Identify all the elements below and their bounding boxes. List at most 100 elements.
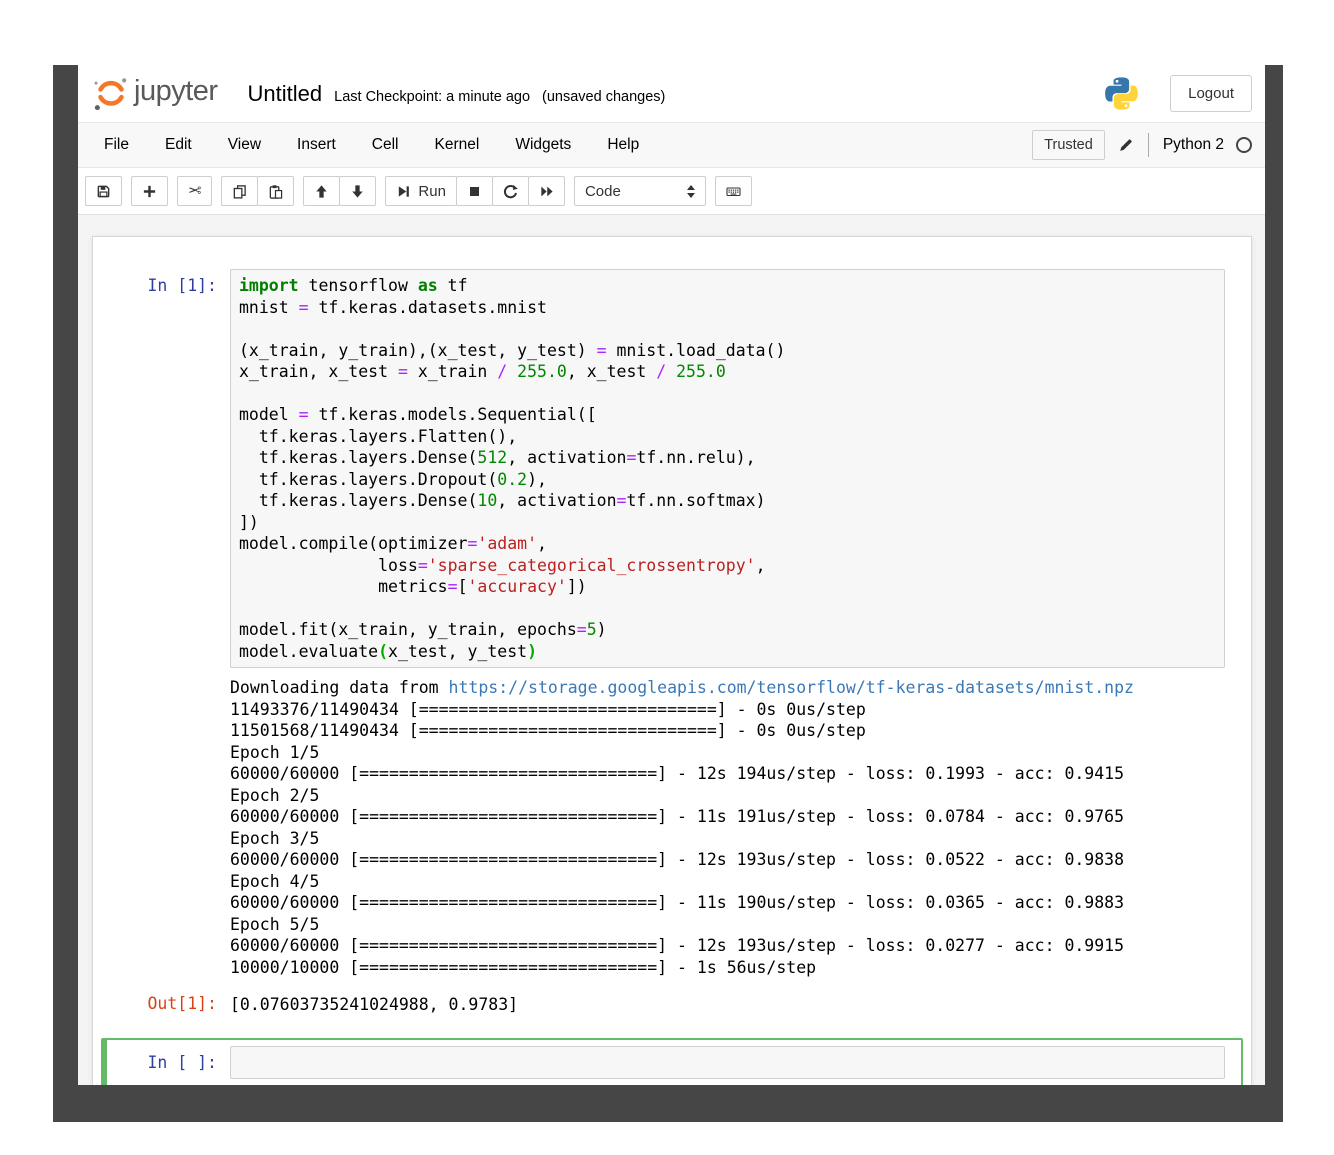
cell-input-row: In [1]: import tensorflow as tf mnist = t… (107, 269, 1225, 668)
move-cell-up-button[interactable] (303, 176, 341, 206)
output-line: Epoch 4/5 (230, 871, 320, 891)
menu-item-file[interactable]: File (91, 127, 142, 163)
window-frame: jupyter Untitled Last Checkpoint: a minu… (53, 65, 1283, 1122)
output-line: Epoch 3/5 (230, 828, 320, 848)
insert-cell-below-button[interactable] (131, 176, 168, 206)
kernel-divider (1147, 133, 1149, 157)
stream-output-text: Downloading data from https://storage.go… (230, 677, 1225, 978)
python-logo-icon (1103, 75, 1140, 112)
pencil-icon[interactable] (1117, 137, 1134, 154)
cut-cell-button[interactable]: ✂ (177, 176, 213, 206)
paste-cell-button[interactable] (257, 176, 295, 206)
menu-item-insert[interactable]: Insert (284, 127, 349, 163)
output-prompt-spacer (107, 677, 230, 978)
move-cell-down-button[interactable] (339, 176, 377, 206)
stream-output-row: Downloading data from https://storage.go… (107, 677, 1225, 978)
menu-item-kernel[interactable]: Kernel (422, 127, 493, 163)
save-icon (97, 185, 110, 197)
cell-input-row: In [ ]: (107, 1045, 1225, 1079)
output-line: Epoch 2/5 (230, 785, 320, 805)
code-line: mnist = tf.keras.datasets.mnist (239, 297, 547, 317)
menu-item-edit[interactable]: Edit (152, 127, 205, 163)
output-line: 60000/60000 [===========================… (230, 936, 1125, 955)
trusted-badge[interactable]: Trusted (1032, 130, 1105, 160)
notebook-container: In [1]: import tensorflow as tf mnist = t… (92, 236, 1252, 1085)
toolbar: ✂ Run Code (78, 168, 1265, 215)
code-line: (x_train, y_train),(x_test, y_test) = mn… (239, 340, 786, 360)
menu-items: File Edit View Insert Cell Kernel Widgets Help (91, 127, 652, 163)
code-line: model.compile(optimizer='adam', (239, 534, 547, 553)
output-line: 60000/60000 [===========================… (230, 850, 1125, 869)
code-line: tf.keras.layers.Dense(512, activation=tf… (239, 448, 756, 467)
notebook-window: jupyter Untitled Last Checkpoint: a minu… (78, 65, 1265, 1085)
checkpoint-status: Last Checkpoint: a minute ago (334, 88, 531, 105)
result-output-text: [0.07603735241024988, 0.9783] (230, 995, 519, 1014)
code-line: tf.keras.layers.Dense(10, activation=tf.… (239, 491, 766, 510)
menubar-right: Trusted Python 2 (1032, 130, 1252, 160)
cell-type-value: Code (584, 182, 621, 200)
interrupt-kernel-button[interactable] (455, 176, 493, 206)
empty-code-editor[interactable] (230, 1045, 1225, 1079)
fast-forward-icon (541, 186, 553, 196)
menu-item-widgets[interactable]: Widgets (502, 127, 584, 163)
output-prompt: Out[1]: (147, 994, 217, 1013)
code-line: model.evaluate(x_test, y_test) (239, 641, 538, 661)
output-line: Epoch 5/5 (230, 914, 320, 934)
code-line: tf.keras.layers.Flatten(), (239, 426, 518, 446)
notebook-header: jupyter Untitled Last Checkpoint: a minu… (78, 65, 1265, 122)
menu-item-help[interactable]: Help (594, 127, 652, 163)
title-area: Untitled Last Checkpoint: a minute ago (… (248, 81, 666, 107)
select-carets-icon (686, 184, 695, 198)
code-line: model = tf.keras.models.Sequential([ (239, 405, 597, 424)
copy-icon (234, 184, 247, 199)
kernel-idle-icon (1236, 137, 1252, 153)
notebook-title[interactable]: Untitled (248, 81, 323, 107)
logout-button[interactable]: Logout (1170, 75, 1252, 112)
plus-icon (143, 185, 156, 197)
stop-icon (469, 186, 479, 196)
output-line: 60000/60000 [===========================… (230, 764, 1125, 783)
save-button[interactable] (85, 176, 122, 206)
paste-icon (270, 184, 283, 199)
kernel-name: Python 2 (1162, 136, 1224, 153)
output-line: Downloading data from https://storage.go… (230, 678, 1134, 697)
fast-forward-button[interactable] (527, 176, 565, 206)
copy-cell-button[interactable] (221, 176, 259, 206)
restart-kernel-button[interactable] (491, 176, 529, 206)
output-line: 60000/60000 [===========================… (230, 807, 1125, 826)
command-palette-button[interactable] (714, 176, 752, 206)
code-line: x_train, x_test = x_train / 255.0, x_tes… (239, 362, 726, 381)
result-output-row: Out[1]: [0.07603735241024988, 0.9783] (107, 992, 1225, 1016)
scissors-icon: ✂ (188, 181, 202, 200)
restart-icon (503, 184, 518, 198)
cell-type-select[interactable]: Code (573, 176, 706, 206)
notebook-scroll-area[interactable]: In [1]: import tensorflow as tf mnist = t… (78, 215, 1265, 1085)
code-line: metrics=['accuracy']) (239, 577, 587, 596)
keyboard-icon (726, 186, 741, 196)
menu-item-cell[interactable]: Cell (359, 127, 412, 163)
menu-item-view[interactable]: View (215, 127, 274, 163)
output-line: 11501568/11490434 [=====================… (230, 721, 866, 740)
output-line: 11493376/11490434 [=====================… (230, 699, 866, 719)
jupyter-wordmark: jupyter (134, 75, 218, 107)
header-right: Logout (1103, 75, 1252, 112)
run-button-label: Run (418, 182, 446, 200)
output-line: 60000/60000 [===========================… (230, 893, 1125, 912)
code-cell: In [1]: import tensorflow as tf mnist = t… (101, 261, 1243, 1024)
jupyter-logo[interactable]: jupyter (91, 74, 218, 114)
step-forward-icon (399, 185, 410, 197)
run-cell-button[interactable]: Run (385, 176, 457, 206)
empty-cell-selected[interactable]: In [ ]: (101, 1037, 1243, 1085)
code-editor[interactable]: import tensorflow as tf mnist = tf.keras.… (230, 269, 1225, 668)
jupyter-logo-icon (94, 77, 127, 110)
arrow-up-icon (316, 184, 328, 198)
code-line: import tensorflow as tf (239, 276, 468, 295)
unsaved-changes-status: (unsaved changes) (542, 88, 666, 105)
code-line: ]) (239, 512, 259, 532)
output-link[interactable]: https://storage.googleapis.com/tensorflo… (449, 678, 1134, 697)
output-line: 10000/10000 [===========================… (230, 957, 817, 977)
menubar: File Edit View Insert Cell Kernel Widgets Help … (78, 122, 1265, 168)
